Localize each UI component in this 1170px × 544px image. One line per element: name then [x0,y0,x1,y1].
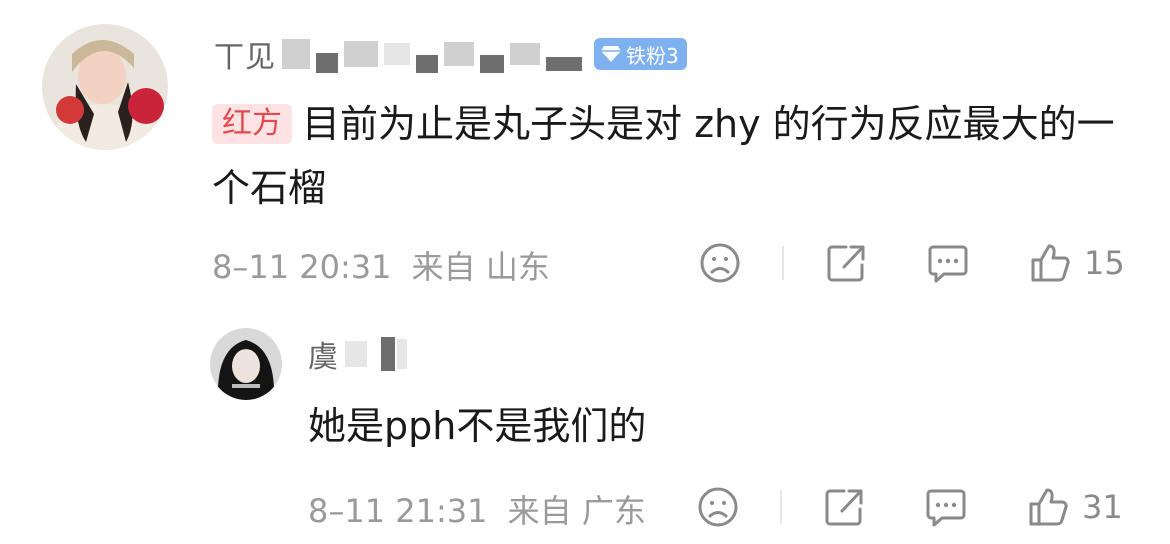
location: 来自 广东 [507,492,646,530]
comment-body[interactable]: 红方 目前为止是丸子头是对 zhy 的行为反应最大的一个石榴 [212,92,1122,220]
avatar[interactable] [210,328,282,400]
comment-bubble-icon [926,489,966,527]
avatar-photo [42,24,168,150]
share-icon [825,489,863,526]
redacted-name-block [384,43,410,65]
timestamp: 8–11 21:31 [308,492,488,530]
user-name-row: 虞 [308,332,407,376]
avatar[interactable] [42,24,168,150]
redacted-name-block [510,43,540,65]
location: 来自 山东 [411,248,550,286]
redacted-name-block [397,339,407,369]
user-name[interactable]: 虞 [308,332,339,376]
comment-bubble-icon [928,245,968,283]
share-button[interactable] [822,485,866,529]
thumbs-up-icon [1029,488,1068,526]
redacted-name-block [416,55,438,73]
redacted-name-block [345,341,367,367]
avatar-photo [210,328,282,400]
fan-badge[interactable]: 铁粉3 [594,38,687,70]
redacted-name-block [316,53,338,73]
sad-face-icon [700,243,740,283]
tag-label: 红方 [212,104,292,144]
redacted-name-block [381,337,395,371]
sad-face-icon [698,487,738,527]
comment-meta: 8–11 21:31 来自 广东 [308,486,646,532]
divider [780,490,782,524]
redacted-name-block [546,57,582,71]
timestamp: 8–11 20:31 [212,248,392,286]
reply-button[interactable] [924,485,968,529]
comment-text: 目前为止是丸子头是对 zhy 的行为反应最大的一个石榴 [212,102,1115,210]
redacted-name-block [480,55,504,73]
divider [782,246,784,280]
redacted-name-block [282,39,310,69]
like-button[interactable]: 15 [1028,241,1125,285]
redacted-name-block [344,41,378,67]
like-count: 15 [1084,244,1125,282]
diamond-icon [601,46,621,62]
redacted-name-block [444,42,474,66]
share-icon [827,245,865,282]
comment-meta: 8–11 20:31 来自 山东 [212,242,550,288]
like-count: 31 [1082,488,1123,526]
dislike-button[interactable] [698,241,742,285]
share-button[interactable] [824,241,868,285]
reply-button[interactable] [926,241,970,285]
comment-body[interactable]: 她是pph不是我们的 [308,394,1108,458]
like-button[interactable]: 31 [1026,485,1123,529]
comment-text: 她是pph不是我们的 [308,404,647,448]
fan-badge-label: 铁粉3 [626,43,679,68]
user-name-row: 丅见 铁粉3 [214,32,687,76]
thumbs-up-icon [1031,244,1070,282]
user-name[interactable]: 丅见 [214,32,276,76]
dislike-button[interactable] [696,485,740,529]
